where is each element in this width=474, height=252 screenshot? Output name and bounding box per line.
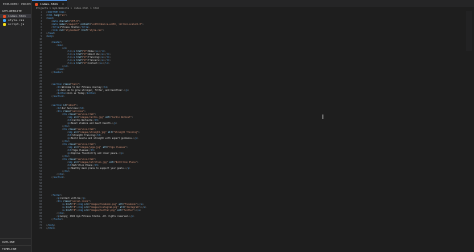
code-text: <body> [46, 35, 54, 38]
code-text: </header> [51, 71, 64, 74]
tab-index-html[interactable]: index.html × [32, 0, 67, 7]
explorer-title: EXPLORER: PROJECT [3, 2, 31, 6]
file-name: script.js [8, 22, 25, 26]
html-file-icon [3, 14, 6, 18]
code-text: </section> [51, 176, 65, 179]
code-text: </footer> [51, 218, 64, 221]
editor-window: EXPLORER: PROJECT GYM-WEBSITE index.html… [0, 0, 474, 252]
code-editor[interactable]: 1 <!DOCTYPE html> 2 <html lang="en"> 3 <head>… [32, 11, 474, 252]
file-item[interactable]: script.js [0, 22, 31, 26]
html-file-icon [35, 2, 38, 6]
line-number: 73 [39, 227, 42, 230]
outline-section[interactable]: OUTLINE [0, 238, 31, 245]
sidebar-bottom-sections: OUTLINE TIMELINE [0, 238, 31, 252]
css-file-icon [3, 18, 6, 22]
text-cursor-icon: I [322, 114, 324, 121]
minimap[interactable] [466, 11, 472, 51]
close-icon[interactable]: × [62, 2, 64, 6]
js-file-icon [3, 22, 6, 26]
code-text: </html> [46, 227, 56, 230]
editor-area: index.html × Projects > Gym-Website > in… [32, 0, 474, 252]
code-line[interactable]: 73 </html> [32, 227, 55, 230]
code-text: </section> [51, 95, 65, 98]
tab-bar: index.html × [32, 0, 474, 7]
tab-label: index.html [40, 2, 59, 6]
file-list: index.html style.css script.js [0, 14, 31, 26]
explorer-sidebar: EXPLORER: PROJECT GYM-WEBSITE index.html… [0, 0, 32, 252]
timeline-section[interactable]: TIMELINE [0, 245, 31, 252]
